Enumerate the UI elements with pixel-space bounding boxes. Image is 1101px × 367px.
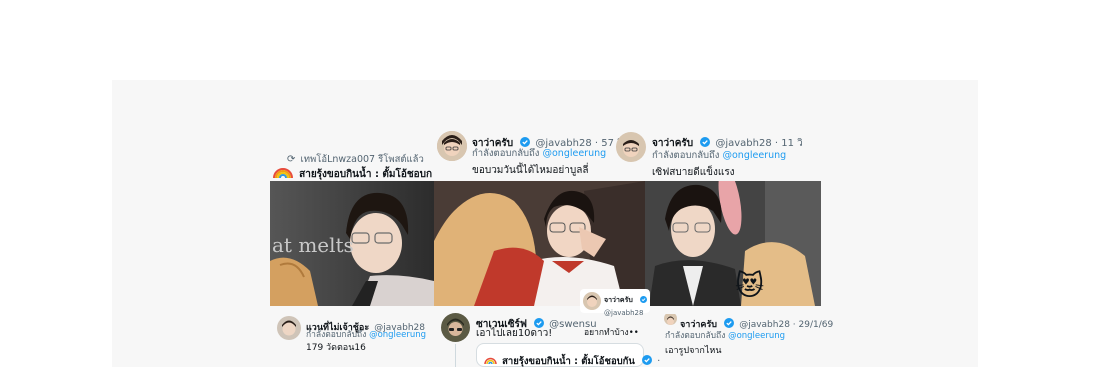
- reply-prefix: กำลังตอบกลับถึง: [306, 330, 367, 340]
- tweet-a-text: ขอบวมวันนี้ได้ไหมอย่าบูลลี่: [472, 165, 589, 176]
- tweet-b-text: เซิฟสบายดีแข็งแรง: [652, 167, 735, 178]
- avatar[interactable]: [664, 312, 677, 325]
- verified-icon: [700, 137, 711, 147]
- card-small-header: จาว่าครับ @javabh28: [604, 292, 647, 318]
- heart-eyes-cat-emoji: 😻: [735, 269, 765, 302]
- photo-caption: at melts: [272, 233, 354, 257]
- photo-left[interactable]: at melts: [270, 181, 434, 306]
- rainbow-icon: [272, 164, 294, 179]
- quote-author-row[interactable]: สายรุ้งขอบกินน้ำ : ตั้มโอ้ชอบก: [272, 162, 432, 182]
- reply-mention[interactable]: @ongleerung: [542, 148, 606, 159]
- avatar[interactable]: [437, 131, 467, 161]
- rainbow-icon: [484, 350, 497, 365]
- photo-middle[interactable]: [434, 181, 645, 306]
- card-3-reply-to: กำลังตอบกลับถึง @ongleerung: [665, 328, 785, 342]
- avatar[interactable]: [277, 316, 301, 340]
- thread-line: [455, 344, 456, 367]
- avatar[interactable]: [583, 292, 601, 310]
- tweet-a-reply-to: กำลังตอบกลับถึง @ongleerung: [472, 146, 606, 161]
- verified-icon: [724, 318, 735, 328]
- card-1-text: 179 วัดตอน16: [306, 343, 366, 353]
- quote-author-name: สายรุ้งขอบกินน้ำ : ตั้มโอ้ชอบก: [299, 169, 433, 180]
- card-small-handle: @javabh28: [604, 309, 644, 317]
- card-2-text: เอาไปเลย10ดาว!: [476, 328, 553, 339]
- card-2-quote-name: สายรุ้งขอบกินน้ำ : ตั้มโอ้ชอบกัน: [502, 356, 635, 367]
- avatar[interactable]: [441, 313, 470, 342]
- reply-prefix: กำลังตอบกลับถึง: [665, 331, 726, 341]
- card-small-text: อยากทำบ้าง••: [584, 328, 639, 338]
- tweet-b-reply-to: กำลังตอบกลับถึง @ongleerung: [652, 148, 786, 163]
- reply-prefix: กำลังตอบกลับถึง: [652, 150, 720, 161]
- card-3-text: เอารูปจากไหน: [665, 346, 722, 356]
- reply-mention[interactable]: @ongleerung: [728, 331, 785, 341]
- card-small-name[interactable]: จาว่าครับ: [604, 296, 633, 304]
- reply-mention[interactable]: @ongleerung: [369, 330, 426, 340]
- card-1-reply-to: กำลังตอบกลับถึง @ongleerung: [306, 327, 426, 341]
- photo-right[interactable]: 😻: [645, 181, 821, 306]
- avatar[interactable]: [616, 132, 646, 162]
- card-2-quote-dot: ·: [657, 356, 661, 367]
- verified-icon: [642, 355, 653, 365]
- reply-prefix: กำลังตอบกลับถึง: [472, 148, 540, 159]
- reply-mention[interactable]: @ongleerung: [722, 150, 786, 161]
- verified-icon: [639, 296, 647, 303]
- card-2-quote-row: สายรุ้งขอบกินน้ำ : ตั้มโอ้ชอบกัน ·: [484, 349, 660, 367]
